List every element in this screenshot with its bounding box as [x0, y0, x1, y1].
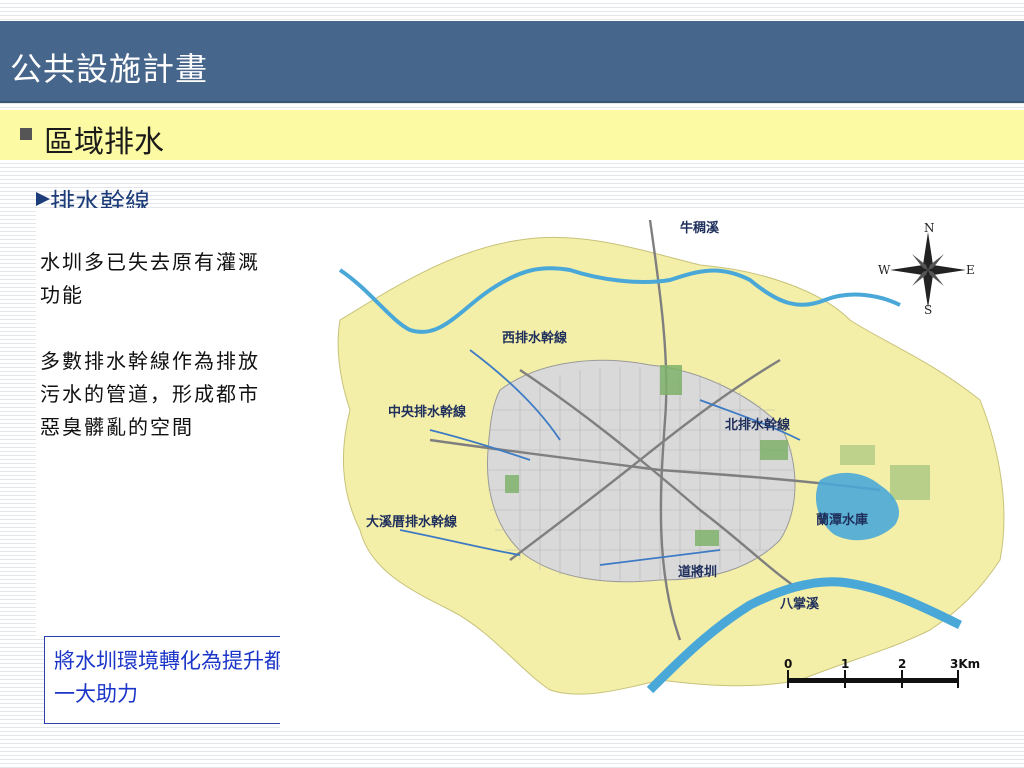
- paragraph-2: 多數排水幹線作為排放污水的管道，形成都市惡臭髒亂的空間: [40, 349, 260, 439]
- scale-tick-3: 3Km: [950, 657, 980, 671]
- label-bazhang-creek: 八掌溪: [779, 596, 820, 612]
- label-niu-chou-creek: 牛稠溪: [680, 220, 720, 236]
- label-north-main: 北排水幹線: [725, 417, 791, 433]
- scale-tick-0: 0: [784, 657, 792, 671]
- compass-s: S: [924, 303, 932, 317]
- label-daxi-main: 大溪厝排水幹線: [366, 514, 458, 530]
- label-daojiang-canal: 道將圳: [678, 564, 717, 580]
- drainage-map: 牛稠溪 西排水幹線 中央排水幹線 北排水幹線 大溪厝排水幹線 蘭潭水庫 道將圳 …: [337, 219, 1005, 695]
- compass-n: N: [924, 221, 935, 235]
- slide-subtitle: 區域排水: [44, 125, 164, 160]
- scale-tick-2: 2: [898, 657, 906, 671]
- paragraph-1: 水圳多已失去原有灌溉功能: [40, 250, 260, 307]
- compass-w: W: [878, 263, 891, 277]
- square-bullet-icon: [20, 128, 32, 140]
- compass-rose-icon: [890, 232, 966, 308]
- label-central-main: 中央排水幹線: [388, 404, 467, 420]
- compass-e: E: [966, 263, 975, 277]
- slide-title: 公共設施計畫: [10, 50, 209, 88]
- label-lantan-reservoir: 蘭潭水庫: [816, 512, 868, 528]
- scale-tick-1: 1: [841, 657, 849, 671]
- label-west-main: 西排水幹線: [502, 330, 568, 346]
- triangle-bullet-icon: [36, 192, 50, 206]
